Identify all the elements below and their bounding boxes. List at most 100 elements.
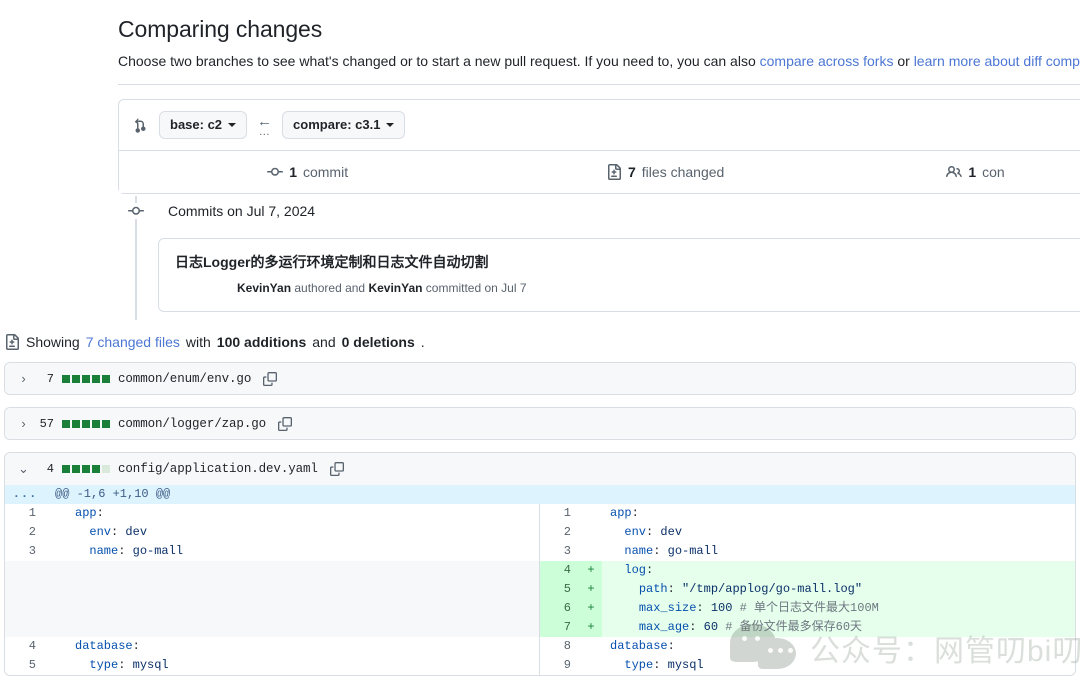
diff-line-row[interactable] <box>5 561 539 580</box>
base-branch-dropdown[interactable]: base: c2 <box>159 111 248 139</box>
git-compare-icon <box>135 118 146 133</box>
commit-node-icon <box>128 203 144 219</box>
hunk-expand-button[interactable]: ... <box>5 485 45 504</box>
file-header[interactable]: › 57 common/logger/zap.go <box>5 408 1075 439</box>
diff-line-code: path: "/tmp/applog/go-mall.log" <box>602 580 1075 599</box>
diff-line-row[interactable]: 5 type: mysql <box>5 656 539 675</box>
file-path[interactable]: common/enum/env.go <box>118 372 251 386</box>
chevron-down-icon <box>386 123 395 127</box>
branch-selection-bar: base: c2 ← ... compare: c3.1 <box>119 100 1080 151</box>
compare-across-forks-link[interactable]: compare across forks <box>760 53 894 69</box>
page-subtitle: Choose two branches to see what's change… <box>118 51 1080 72</box>
diff-line-row[interactable]: 7 + max_age: 60 # 备份文件最多保存60天 <box>540 618 1075 637</box>
diff-line-code <box>67 561 539 580</box>
file-header[interactable]: ⌄ 4 config/application.dev.yaml <box>5 453 1075 485</box>
compare-branch-dropdown[interactable]: compare: c3.1 <box>282 111 406 139</box>
diff-line-row[interactable]: 2 env: dev <box>540 523 1075 542</box>
chevron-down-icon[interactable]: ⌄ <box>17 461 30 477</box>
diff-table-left: 1 app: 2 env: dev 3 name: go-mall 4 database:… <box>5 504 539 675</box>
files-list: › 7 common/enum/env.go › 57 common/logge… <box>0 362 1080 676</box>
commit-meta: KevinYan authored and KevinYan committed… <box>237 279 1080 297</box>
commit-committer[interactable]: KevinYan <box>368 281 422 295</box>
arrow-left-icon: ← <box>257 112 273 130</box>
diff-line-row[interactable] <box>5 618 539 637</box>
diff-line-row[interactable]: 4 database: <box>5 637 539 656</box>
diff-line-code: env: dev <box>602 523 1075 542</box>
chevron-right-icon[interactable]: › <box>17 416 30 431</box>
diff-line-row[interactable]: 6 + max_size: 100 # 单个日志文件最大100M <box>540 599 1075 618</box>
diff-line-row[interactable]: 9 type: mysql <box>540 656 1075 675</box>
chevron-right-icon[interactable]: › <box>17 371 30 386</box>
split-diff: 1 app: 2 env: dev 3 name: go-mall 4 database:… <box>5 504 1075 675</box>
file-path[interactable]: common/logger/zap.go <box>118 417 266 431</box>
commit-meta-mid: authored and <box>291 281 369 295</box>
showing-period: . <box>420 334 425 350</box>
diff-line-number: 3 <box>5 542 45 561</box>
diff-line-number: 8 <box>540 637 580 656</box>
diff-line-code: log: <box>602 561 1075 580</box>
base-branch-label: base: c2 <box>170 117 223 132</box>
file-path[interactable]: config/application.dev.yaml <box>118 462 318 476</box>
diff-hunk-row: ... @@ -1,6 +1,10 @@ <box>5 485 1075 504</box>
diff-pane-left: 1 app: 2 env: dev 3 name: go-mall 4 database:… <box>5 504 540 675</box>
diff-line-number: 3 <box>540 542 580 561</box>
diff-line-code: max_size: 100 # 单个日志文件最大100M <box>602 599 1075 618</box>
diff-line-row[interactable]: 2 env: dev <box>5 523 539 542</box>
commit-card[interactable]: 日志Logger的多运行环境定制和日志文件自动切割 KevinYan autho… <box>158 238 1080 312</box>
showing-summary: Showing 7 changed files with 100 additio… <box>0 334 1080 350</box>
copy-icon[interactable] <box>278 416 293 431</box>
diff-stat-blocks <box>62 419 110 428</box>
diff-line-number: 4 <box>5 637 45 656</box>
diff-line-row[interactable] <box>5 599 539 618</box>
compare-stats-bar: 1 commit 7 files changed 1 con <box>119 151 1080 193</box>
diff-line-number: 2 <box>5 523 45 542</box>
diff-line-row[interactable]: 4 + log: <box>540 561 1075 580</box>
diff-line-row[interactable]: 5 + path: "/tmp/applog/go-mall.log" <box>540 580 1075 599</box>
diff-line-row[interactable]: 3 name: go-mall <box>540 542 1075 561</box>
showing-prefix: Showing <box>26 334 80 350</box>
commits-label: commit <box>302 164 349 180</box>
contributors-label: con <box>982 164 1005 180</box>
page-title: Comparing changes <box>118 16 323 42</box>
copy-icon[interactable] <box>329 462 344 476</box>
commit-author[interactable]: KevinYan <box>237 281 291 295</box>
hunk-range-label: @@ -1,6 +1,10 @@ <box>45 485 1075 504</box>
diff-line-marker <box>45 599 67 618</box>
diff-line-code <box>67 599 539 618</box>
diff-pane-right: 1 app: 2 env: dev 3 name: go-mall 4 + log: 5 + … <box>540 504 1075 675</box>
commit-meta-end: committed on Jul 7 <box>422 281 527 295</box>
contributors-count: 1 <box>968 164 977 180</box>
changed-files-link[interactable]: 7 changed files <box>86 334 180 350</box>
stat-commits[interactable]: 1 commit <box>119 164 496 180</box>
learn-more-diff-link[interactable]: learn more about diff compa <box>914 53 1080 69</box>
diff-line-marker <box>580 542 602 561</box>
diff-line-row[interactable] <box>5 580 539 599</box>
files-changed-count: 7 <box>628 164 636 180</box>
diff-line-number: 2 <box>540 523 580 542</box>
copy-icon[interactable] <box>263 371 278 386</box>
commit-message[interactable]: 日志Logger的多运行环境定制和日志文件自动切割 <box>175 252 1080 273</box>
diff-line-marker <box>580 523 602 542</box>
stat-contributors[interactable]: 1 con <box>834 164 1080 180</box>
diff-line-marker: + <box>580 580 602 599</box>
diff-line-marker <box>45 637 67 656</box>
diff-line-row[interactable]: 1 app: <box>5 504 539 523</box>
commits-day-label: Commits on Jul 7, 2024 <box>168 203 316 219</box>
chevron-down-icon <box>228 123 237 127</box>
diff-line-row[interactable]: 3 name: go-mall <box>5 542 539 561</box>
diff-stat-blocks <box>62 374 110 383</box>
diff-line-marker <box>45 618 67 637</box>
diff-line-row[interactable]: 1 app: <box>540 504 1075 523</box>
compare-section: base: c2 ← ... compare: c3.1 1 commit 7 … <box>0 85 1080 194</box>
commits-section: Commits on Jul 7, 2024 日志Logger的多运行环境定制和… <box>0 194 1080 320</box>
file-change-count: 7 <box>46 371 54 386</box>
diff-line-number: 9 <box>540 656 580 675</box>
file-entry: ⌄ 4 config/application.dev.yaml ... @@ - <box>4 452 1076 676</box>
stat-files-changed[interactable]: 7 files changed <box>496 164 834 180</box>
diff-line-number <box>5 580 45 599</box>
file-change-count: 57 <box>39 416 54 431</box>
commits-count: 1 <box>289 164 297 180</box>
direction-indicator: ← ... <box>257 112 273 138</box>
diff-line-row[interactable]: 8 database: <box>540 637 1075 656</box>
file-header[interactable]: › 7 common/enum/env.go <box>5 363 1075 394</box>
